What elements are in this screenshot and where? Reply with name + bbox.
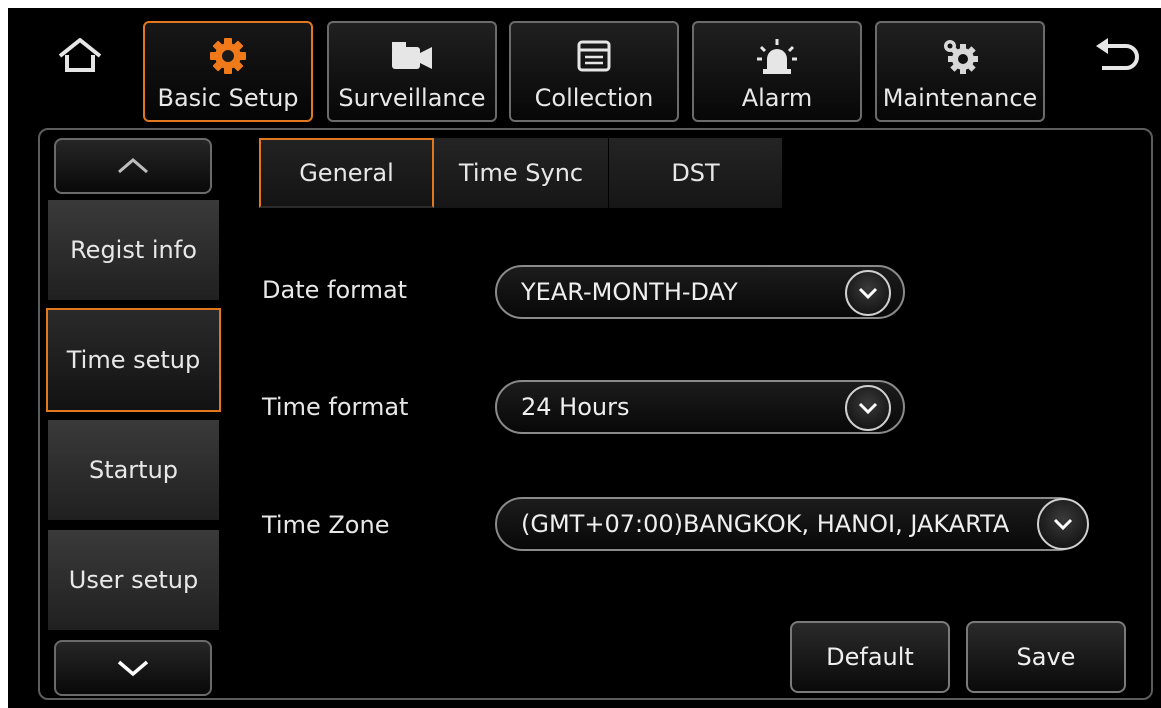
tab-label: DST — [671, 159, 720, 187]
sidebar-scroll-down-button[interactable] — [54, 640, 212, 696]
chevron-down-icon — [117, 660, 149, 677]
sidebar-item-label: Time setup — [66, 346, 201, 374]
tab-label: General — [299, 159, 394, 187]
chevron-down-icon[interactable] — [845, 385, 891, 431]
menu-basic-setup[interactable]: Basic Setup — [143, 21, 313, 122]
home-icon — [58, 38, 102, 72]
time-zone-select[interactable]: (GMT+07:00)BANGKOK, HANOI, JAKARTA — [495, 497, 1089, 551]
menu-label: Collection — [534, 84, 654, 112]
menu-maintenance[interactable]: Maintenance — [875, 21, 1045, 122]
chevron-down-icon[interactable] — [845, 270, 891, 316]
default-button-label: Default — [826, 643, 914, 671]
sidebar-scroll-up-button[interactable] — [54, 138, 212, 194]
siren-icon — [755, 38, 799, 74]
menu-surveillance[interactable]: Surveillance — [327, 21, 497, 122]
window-icon — [572, 38, 616, 74]
sidebar-item-time-setup[interactable]: Time setup — [46, 308, 221, 412]
menu-label: Surveillance — [338, 84, 486, 112]
save-button[interactable]: Save — [966, 621, 1126, 693]
time-format-select[interactable]: 24 Hours — [495, 380, 905, 434]
sidebar-item-label: User setup — [68, 566, 199, 594]
date-format-label: Date format — [262, 276, 408, 304]
tab-time-sync[interactable]: Time Sync — [434, 138, 609, 208]
time-format-value: 24 Hours — [521, 393, 630, 421]
gear-icon — [206, 38, 250, 74]
video-camera-icon — [390, 38, 434, 74]
date-format-select[interactable]: YEAR-MONTH-DAY — [495, 265, 905, 319]
chevron-down-icon[interactable] — [1037, 498, 1089, 550]
time-format-label: Time format — [262, 393, 409, 421]
menu-label: Alarm — [741, 84, 813, 112]
tab-dst[interactable]: DST — [609, 138, 783, 208]
menu-collection[interactable]: Collection — [509, 21, 679, 122]
menu-label: Basic Setup — [157, 84, 299, 112]
gears-icon — [938, 38, 982, 74]
menu-label: Maintenance — [882, 84, 1038, 112]
menu-alarm[interactable]: Alarm — [692, 21, 862, 122]
tab-general[interactable]: General — [259, 138, 434, 208]
sidebar-item-user-setup[interactable]: User setup — [46, 528, 221, 632]
sidebar-item-startup[interactable]: Startup — [46, 418, 221, 522]
sidebar-item-label: Regist info — [70, 236, 197, 264]
tab-bar: General Time Sync DST — [259, 138, 783, 208]
date-format-value: YEAR-MONTH-DAY — [521, 278, 738, 306]
home-button[interactable] — [52, 28, 108, 84]
back-button[interactable] — [1086, 28, 1146, 84]
tab-label: Time Sync — [458, 159, 584, 187]
sidebar-item-regist-info[interactable]: Regist info — [46, 198, 221, 302]
time-zone-value: (GMT+07:00)BANGKOK, HANOI, JAKARTA — [521, 510, 1010, 538]
time-zone-label: Time Zone — [262, 511, 390, 539]
back-arrow-icon — [1096, 38, 1139, 70]
default-button[interactable]: Default — [790, 621, 950, 693]
sidebar-item-label: Startup — [88, 456, 179, 484]
chevron-up-icon — [118, 158, 148, 174]
save-button-label: Save — [1016, 643, 1076, 671]
